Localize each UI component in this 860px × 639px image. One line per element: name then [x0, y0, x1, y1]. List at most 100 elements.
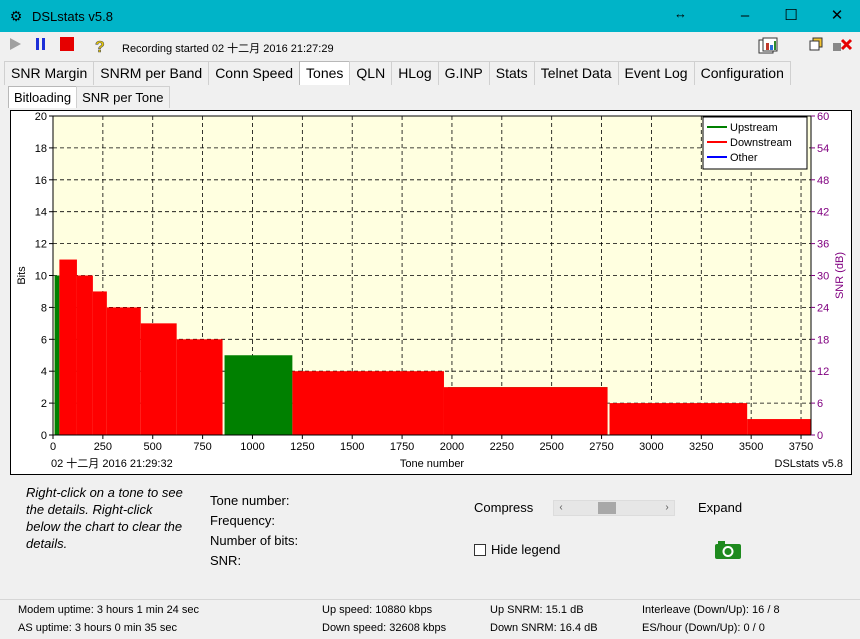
bitload-bar-downstream: [92, 291, 107, 435]
tab-qln[interactable]: QLN: [349, 61, 393, 85]
interleave: Interleave (Down/Up): 16 / 8: [642, 604, 780, 616]
tab-hlog[interactable]: HLog: [391, 61, 439, 85]
restore-window-icon[interactable]: [807, 37, 825, 55]
bitload-bar-upstream: [224, 355, 293, 435]
y2-tick-label: 24: [817, 302, 829, 314]
charts-icon[interactable]: [758, 37, 782, 55]
tab-telnet-data[interactable]: Telnet Data: [533, 61, 619, 85]
help-icon[interactable]: ?: [92, 37, 110, 57]
x-tick-label: 3750: [789, 441, 813, 453]
resize-arrows-icon[interactable]: ↔: [674, 6, 687, 21]
tab-tones[interactable]: Tones: [299, 61, 351, 85]
x-tick-label: 3000: [639, 441, 663, 453]
tab-configuration[interactable]: Configuration: [693, 61, 791, 85]
play-icon[interactable]: [6, 37, 24, 55]
zoom-slider[interactable]: ‹ ›: [553, 500, 675, 516]
recording-status: Recording started 02 十二月 2016 21:27:29: [122, 43, 334, 55]
tab-stats[interactable]: Stats: [488, 61, 535, 85]
y2-tick-label: 0: [817, 430, 823, 442]
sub-tabs: Bitloading SNR per Tone: [8, 86, 170, 108]
tab-bitloading[interactable]: Bitloading: [8, 86, 78, 108]
es-per-hour: ES/hour (Down/Up): 0 / 0: [642, 622, 765, 634]
y2-tick-label: 54: [817, 143, 829, 155]
y-tick-label: 6: [41, 334, 47, 346]
close-button[interactable]: ✕: [814, 0, 860, 32]
bitload-bar-downstream: [76, 275, 93, 435]
hide-legend-checkbox[interactable]: Hide legend: [474, 542, 560, 557]
y-tick-label: 20: [35, 111, 47, 123]
x-tick-label: 1250: [290, 441, 314, 453]
legend-label-upstream: Upstream: [730, 122, 778, 134]
tab-event-log[interactable]: Event Log: [617, 61, 695, 85]
bitload-bar-downstream: [292, 371, 444, 435]
y-tick-label: 16: [35, 175, 47, 187]
checkbox-icon[interactable]: [474, 543, 486, 556]
tone-details-panel: Right-click on a tone to see the details…: [10, 476, 852, 596]
maximize-button[interactable]: ☐: [768, 0, 814, 32]
slider-thumb[interactable]: [598, 502, 617, 514]
tab-snr-per-tone[interactable]: SNR per Tone: [76, 86, 170, 108]
camera-icon[interactable]: [714, 540, 742, 560]
dslstats-logo-icon: ⚙: [9, 8, 23, 24]
bitload-bar-downstream: [747, 419, 811, 435]
x-tick-label: 1000: [240, 441, 264, 453]
y2-tick-label: 18: [817, 334, 829, 346]
down-snrm: Down SNRM: 16.4 dB: [490, 622, 598, 634]
x-tick-label: 3250: [689, 441, 713, 453]
x-tick-label: 3500: [739, 441, 763, 453]
y-axis-label: Bits: [16, 266, 28, 285]
up-speed: Up speed: 10880 kbps: [322, 604, 433, 616]
x-tick-label: 2250: [490, 441, 514, 453]
x-tick-label: 2000: [440, 441, 464, 453]
window-title: DSLstats v5.8: [32, 9, 113, 24]
frequency-label: Frequency:: [210, 513, 276, 528]
tab-snr-margin[interactable]: SNR Margin: [4, 61, 95, 85]
y2-tick-label: 30: [817, 271, 829, 283]
bitload-bar-upstream: [54, 275, 60, 435]
status-bar: Modem uptime: 3 hours 1 min 24 sec AS up…: [0, 599, 860, 639]
bitload-bar-downstream: [176, 339, 223, 435]
up-snrm: Up SNRM: 15.1 dB: [490, 604, 584, 616]
bits-label: Number of bits:: [210, 533, 299, 548]
disconnect-icon[interactable]: [832, 37, 854, 55]
x-tick-label: 1500: [340, 441, 364, 453]
details-hint: Right-click on a tone to see the details…: [26, 485, 183, 551]
tab-snrm-per-band[interactable]: SNRM per Band: [93, 61, 210, 85]
pause-icon[interactable]: [32, 37, 50, 55]
x-tick-label: 0: [50, 441, 56, 453]
title-bar: ⚙ DSLstats v5.8 ↔ – ☐ ✕: [0, 0, 860, 32]
expand-label: Expand: [698, 500, 743, 515]
toolbar: ? Recording started 02 十二月 2016 21:27:29: [0, 32, 860, 60]
svg-text:?: ?: [95, 39, 105, 55]
y2-tick-label: 60: [817, 111, 829, 123]
tone-fields: Tone number: Frequency: Number of bits: …: [210, 491, 298, 571]
bitloading-chart[interactable]: 0 2 4 6 8 10 12 14 16 18 20 0 6 12 18 24 30 36 42 48 54 60 0 25…: [10, 110, 852, 475]
y-tick-label: 18: [35, 143, 47, 155]
chart-canvas[interactable]: 02468101214161820061218243036424854600 25…: [11, 111, 853, 476]
tab-ginp[interactable]: G.INP: [437, 61, 490, 85]
chart-version: DSLstats v5.8: [775, 458, 843, 470]
stop-icon[interactable]: [58, 37, 76, 55]
modem-uptime: Modem uptime: 3 hours 1 min 24 sec: [18, 604, 199, 616]
bitload-bar-downstream: [59, 259, 77, 435]
down-speed: Down speed: 32608 kbps: [322, 622, 447, 634]
compress-label: Compress: [474, 500, 534, 515]
legend-label-other: Other: [730, 152, 758, 164]
x-tick-label: 750: [193, 441, 211, 453]
x-tick-label: 2750: [589, 441, 613, 453]
slider-left-arrow-icon[interactable]: ‹: [554, 501, 568, 515]
tab-conn-speed[interactable]: Conn Speed: [208, 61, 301, 85]
y2-tick-label: 6: [817, 398, 823, 410]
as-uptime: AS uptime: 3 hours 0 min 35 sec: [18, 622, 177, 634]
x-axis-label: Tone number: [400, 458, 465, 470]
slider-right-arrow-icon[interactable]: ›: [660, 501, 674, 515]
y-tick-label: 10: [35, 271, 47, 283]
y2-tick-label: 12: [817, 366, 829, 378]
y2-tick-label: 48: [817, 175, 829, 187]
bitload-bar-downstream: [106, 307, 141, 435]
y2-tick-label: 36: [817, 239, 829, 251]
tone-number-label: Tone number:: [210, 493, 290, 508]
x-tick-label: 2500: [539, 441, 563, 453]
minimize-button[interactable]: –: [722, 0, 768, 32]
y-tick-label: 8: [41, 302, 47, 314]
